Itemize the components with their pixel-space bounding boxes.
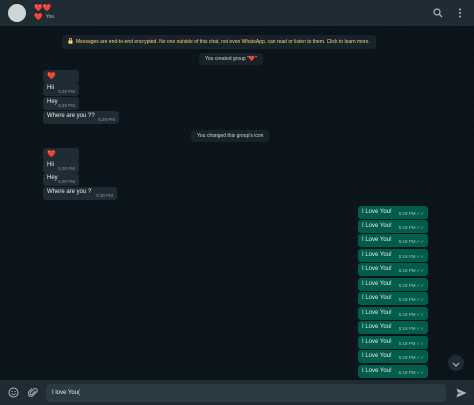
composer-bar: I love You( bbox=[0, 380, 474, 405]
message-text: I Love You! bbox=[362, 209, 392, 215]
scroll-to-bottom-button[interactable] bbox=[448, 355, 464, 371]
member-heart: ❤️ bbox=[34, 14, 43, 21]
double-check-icon: ✓✓ bbox=[416, 312, 424, 317]
message-outgoing[interactable]: I Love You! 5:19 PM ✓✓ bbox=[358, 307, 428, 320]
message-text: ❤️ bbox=[47, 73, 56, 80]
message-text: Hii bbox=[47, 85, 54, 91]
message-outgoing[interactable]: I Love You! 5:19 PM ✓✓ bbox=[358, 365, 428, 378]
message-incoming[interactable]: Hey 5:30 PM bbox=[43, 173, 79, 186]
double-check-icon: ✓✓ bbox=[416, 341, 424, 346]
kebab-menu-icon[interactable] bbox=[454, 7, 466, 19]
message-time: 5:29 PM bbox=[58, 103, 75, 108]
message-text: Where are you ? bbox=[47, 189, 92, 195]
double-check-icon: ✓✓ bbox=[416, 297, 424, 302]
message-outgoing[interactable]: I Love You! 5:19 PM ✓✓ bbox=[358, 249, 428, 262]
message-time: 5:30 PM bbox=[96, 193, 113, 198]
message-text: I Love You! bbox=[362, 295, 392, 301]
message-outgoing[interactable]: I Love You! 5:19 PM ✓✓ bbox=[358, 234, 428, 247]
message-time: 5:19 PM bbox=[398, 268, 416, 273]
message-time: 5:19 PM bbox=[398, 239, 416, 244]
message-time: 5:29 PM bbox=[98, 117, 115, 122]
double-check-icon: ✓✓ bbox=[416, 283, 424, 288]
message-text: I Love You! bbox=[362, 310, 392, 316]
message-text: I Love You! bbox=[362, 252, 392, 258]
message-time: 5:19 PM bbox=[398, 341, 416, 346]
double-check-icon: ✓✓ bbox=[416, 239, 424, 244]
message-incoming[interactable]: Hii 5:30 PM bbox=[43, 160, 79, 173]
message-text: ❤️ bbox=[47, 151, 56, 158]
message-time: 5:30 PM bbox=[58, 179, 75, 184]
message-text: I Love You! bbox=[362, 223, 392, 229]
chat-area[interactable]: Messages are end-to-end encrypted. No on… bbox=[0, 26, 474, 380]
double-check-icon: ✓✓ bbox=[416, 211, 424, 216]
message-time: 5:19 PM bbox=[398, 211, 416, 216]
lock-icon bbox=[68, 38, 73, 46]
double-check-icon: ✓✓ bbox=[416, 268, 424, 273]
message-time: 5:19 PM bbox=[398, 355, 416, 360]
message-outgoing[interactable]: I Love You! 5:19 PM ✓✓ bbox=[358, 321, 428, 334]
message-incoming[interactable]: Hey 5:29 PM bbox=[43, 97, 79, 110]
message-text: I Love You! bbox=[362, 266, 392, 272]
system-icon-changed: You changed this group's icon bbox=[191, 130, 270, 142]
double-check-icon: ✓✓ bbox=[416, 225, 424, 230]
message-text: I Love You! bbox=[362, 353, 392, 359]
message-text: I Love You! bbox=[362, 237, 392, 243]
message-text: Hey bbox=[47, 175, 58, 181]
encryption-text: Messages are end-to-end encrypted. No on… bbox=[76, 39, 370, 45]
member-you: You bbox=[45, 14, 55, 20]
message-outgoing[interactable]: I Love You! 5:19 PM ✓✓ bbox=[358, 350, 428, 363]
search-icon[interactable] bbox=[432, 7, 444, 19]
double-check-icon: ✓✓ bbox=[416, 326, 424, 331]
message-incoming[interactable]: ❤️ bbox=[43, 70, 79, 83]
message-time: 5:19 PM bbox=[398, 225, 416, 230]
message-time: 5:19 PM bbox=[398, 283, 416, 288]
system-group-created: You created group "❤️" bbox=[199, 53, 263, 65]
message-time: 5:19 PM bbox=[398, 326, 416, 331]
message-time: 5:19 PM bbox=[398, 312, 416, 317]
message-time: 5:19 PM bbox=[398, 254, 416, 259]
message-outgoing[interactable]: I Love You! 5:19 PM ✓✓ bbox=[358, 292, 428, 305]
message-outgoing[interactable]: I Love You! 5:19 PM ✓✓ bbox=[358, 206, 428, 219]
message-text: Hii bbox=[47, 162, 54, 168]
message-input[interactable]: I love You( bbox=[46, 383, 446, 402]
paperclip-icon[interactable] bbox=[26, 386, 40, 400]
message-text: I Love You! bbox=[362, 324, 392, 330]
group-avatar[interactable] bbox=[8, 4, 26, 22]
message-outgoing[interactable]: I Love You! 5:19 PM ✓✓ bbox=[358, 336, 428, 349]
message-time: 5:19 PM bbox=[398, 297, 416, 302]
message-text: I Love You! bbox=[362, 339, 392, 345]
message-time: 5:29 PM bbox=[58, 89, 75, 94]
message-outgoing[interactable]: I Love You! 5:19 PM ✓✓ bbox=[358, 220, 428, 233]
message-time: 5:30 PM bbox=[58, 166, 75, 171]
double-check-icon: ✓✓ bbox=[416, 254, 424, 259]
message-incoming[interactable]: Where are you ?? 5:29 PM bbox=[43, 111, 119, 124]
encryption-notice[interactable]: Messages are end-to-end encrypted. No on… bbox=[62, 35, 376, 49]
message-outgoing[interactable]: I Love You! 5:19 PM ✓✓ bbox=[358, 263, 428, 276]
double-check-icon: ✓✓ bbox=[416, 355, 424, 360]
message-time: 5:19 PM bbox=[398, 370, 416, 375]
message-incoming[interactable]: Where are you ? 5:30 PM bbox=[43, 187, 117, 200]
chat-header: ❤️❤️ ❤️ You bbox=[0, 0, 474, 26]
emoji-icon[interactable] bbox=[6, 386, 20, 400]
message-outgoing[interactable]: I Love You! 5:19 PM ✓✓ bbox=[358, 278, 428, 291]
group-title-block[interactable]: ❤️❤️ ❤️ You bbox=[34, 4, 54, 22]
message-text: I Love You! bbox=[362, 281, 392, 287]
message-incoming[interactable]: Hii 5:29 PM bbox=[43, 83, 79, 96]
send-icon[interactable] bbox=[454, 386, 468, 400]
group-members: ❤️ You bbox=[34, 13, 54, 22]
chevron-down-icon bbox=[452, 354, 460, 372]
message-text: Hey bbox=[47, 99, 58, 105]
message-text: I Love You! bbox=[362, 368, 392, 374]
group-name: ❤️❤️ bbox=[34, 5, 52, 12]
double-check-icon: ✓✓ bbox=[416, 370, 424, 375]
message-text: Where are you ?? bbox=[47, 113, 95, 119]
